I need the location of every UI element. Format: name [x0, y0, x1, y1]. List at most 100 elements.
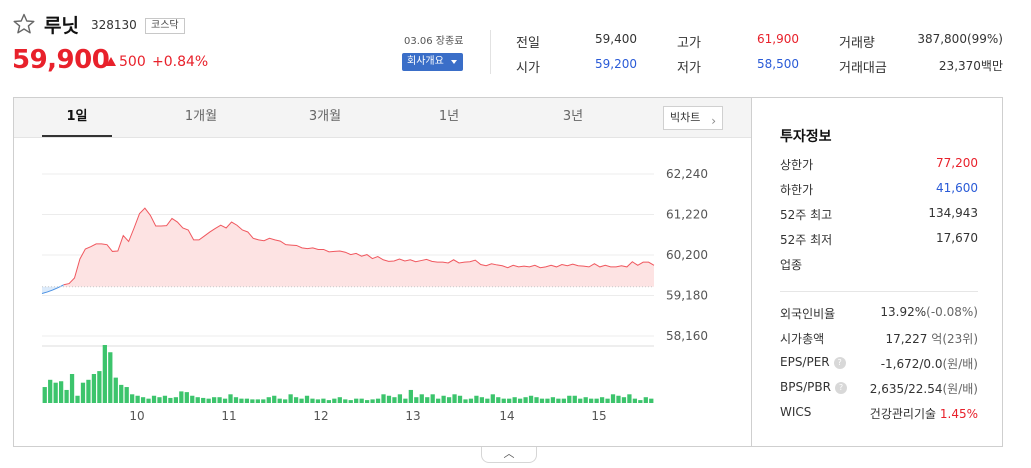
volume-bar — [80, 382, 86, 403]
volume-bar — [446, 397, 452, 403]
company-overview-button[interactable]: 회사개요 — [402, 53, 463, 71]
price-change-amount: 500 — [119, 54, 146, 70]
chart-and-info-panel: 1일 1개월 3개월 1년 3년 빅차트 › 62,240 61,220 60,20… — [13, 97, 1003, 447]
tab-1-year[interactable]: 1년 — [414, 98, 484, 138]
company-overview-label: 회사개요 — [407, 56, 444, 67]
chevron-up-icon: ︿ — [503, 447, 515, 460]
volume-bar — [162, 395, 168, 403]
x-tick-label: 10 — [129, 409, 144, 423]
y-tick-label: 60,200 — [666, 248, 708, 262]
volume-bar — [381, 394, 386, 403]
volume-bar — [201, 397, 206, 403]
quote-label-prev-close: 전일 — [516, 36, 540, 51]
volume-bar — [168, 397, 173, 403]
volume-bar — [190, 395, 195, 403]
volume-bar — [184, 392, 189, 403]
quote-value-prev-close: 59,400 — [595, 32, 637, 46]
volume-bar — [64, 389, 69, 403]
x-tick-label: 14 — [499, 409, 514, 423]
volume-bar — [528, 395, 534, 403]
volume-bar — [277, 398, 282, 403]
volume-bar — [463, 399, 468, 403]
volume-bar — [474, 395, 479, 403]
tab-1-month[interactable]: 1개월 — [166, 98, 236, 138]
tab-3-months[interactable]: 3개월 — [290, 98, 360, 138]
volume-bar — [364, 400, 370, 403]
volume-bar — [627, 394, 632, 403]
volume-bar — [414, 397, 419, 403]
volume-bar — [304, 395, 310, 403]
volume-bar — [86, 379, 91, 403]
volume-bar — [392, 397, 397, 403]
volume-bar — [195, 397, 200, 403]
volume-bar — [206, 398, 211, 403]
volume-bar — [283, 399, 288, 403]
volume-bar — [517, 398, 523, 403]
volume-bar — [561, 398, 566, 403]
info-label-52w-high: 52주 최고 — [780, 208, 833, 222]
volume-bar — [507, 398, 512, 403]
info-label-wics: WICS — [780, 405, 812, 419]
volume-bar — [457, 395, 463, 403]
quote-label-open: 시가 — [516, 61, 540, 76]
market-badge: 코스닥 — [145, 18, 185, 34]
volume-bar — [315, 399, 321, 403]
volume-bar — [359, 398, 364, 403]
volume-bar — [512, 397, 517, 403]
quote-value-trade-value: 23,370백만 — [938, 59, 1003, 73]
info-label-market-cap: 시가총액 — [780, 332, 825, 346]
wics-sector-link[interactable]: 건강관리기술 — [870, 407, 936, 421]
volume-bar — [501, 398, 506, 403]
info-value-eps-per: -1,672/0.0(원/배) — [881, 355, 978, 372]
volume-bar — [523, 397, 528, 403]
volume-bar — [255, 399, 260, 403]
collapse-toggle[interactable]: ︿ — [481, 447, 537, 463]
foreign-ratio-value: 13.92% — [880, 305, 927, 319]
quote-value-open: 59,200 — [595, 57, 637, 71]
market-cap-value: 17,227 — [885, 332, 928, 346]
volume-bar — [638, 400, 643, 403]
quote-label-trade-value: 거래대금 — [839, 61, 887, 76]
quote-label-high: 고가 — [677, 36, 701, 51]
help-circle-icon[interactable]: ? — [834, 381, 847, 394]
info-label-foreign-ratio: 외국인비율 — [780, 307, 836, 321]
volume-bar — [441, 395, 446, 403]
market-status-date: 03.06 장종료 — [404, 36, 464, 47]
info-label-upper-limit: 상한가 — [780, 158, 814, 172]
volume-bar — [370, 399, 375, 403]
volume-bar — [58, 381, 64, 403]
tab-1-day[interactable]: 1일 — [42, 98, 112, 138]
x-tick-label: 13 — [405, 409, 420, 423]
tab-3-years[interactable]: 3년 — [538, 98, 608, 138]
volume-bar — [135, 395, 140, 403]
volume-bar — [496, 397, 501, 403]
volume-bar — [146, 398, 151, 403]
header-divider — [490, 30, 491, 74]
info-divider — [780, 291, 978, 292]
volume-bar — [578, 398, 583, 403]
volume-bar — [91, 374, 97, 403]
info-label-lower-limit: 하한가 — [780, 183, 814, 197]
volume-bar — [616, 395, 621, 403]
stock-name: 루닛 — [44, 15, 79, 37]
info-value-market-cap: 17,227 억(23위) — [885, 330, 978, 347]
star-outline-icon[interactable] — [12, 12, 36, 36]
eps-per-value: -1,672/0.0 — [880, 357, 943, 371]
volume-bar — [583, 397, 588, 403]
volume-bar — [130, 394, 135, 403]
stock-code: 328130 — [91, 18, 137, 32]
volume-bar — [239, 398, 244, 403]
volume-bar — [550, 397, 556, 403]
help-circle-icon[interactable]: ? — [833, 356, 846, 369]
volume-bar — [337, 397, 342, 403]
volume-bar — [567, 395, 572, 403]
x-tick-label: 11 — [221, 409, 236, 423]
volume-bar — [348, 400, 353, 403]
volume-bar — [452, 394, 457, 403]
current-price: 59,900 — [12, 45, 110, 75]
info-value-foreign-ratio: 13.92%(-0.08%) — [880, 305, 978, 319]
wics-sector-change: 1.45% — [939, 407, 978, 421]
big-chart-button[interactable]: 빅차트 › — [663, 106, 723, 130]
volume-bar — [173, 397, 179, 403]
eps-per-label: EPS/PER — [780, 355, 830, 369]
